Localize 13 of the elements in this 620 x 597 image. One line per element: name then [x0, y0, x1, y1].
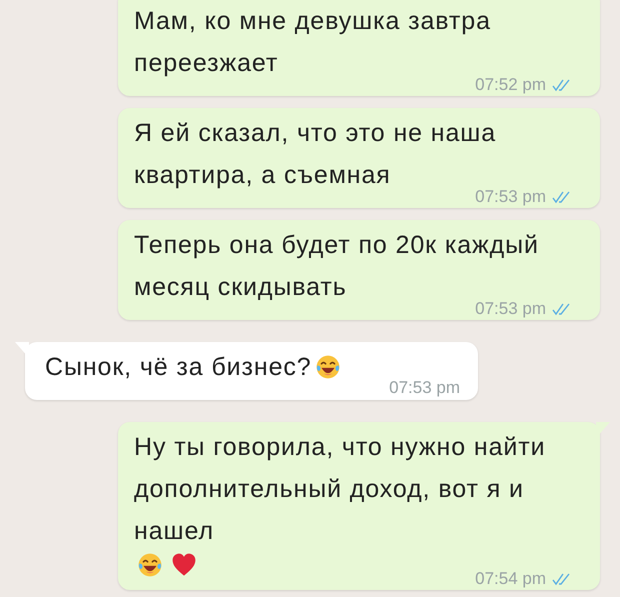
laughing-emoji-icon	[137, 552, 163, 578]
message-text: Мам, ко мне девушка завтра переезжает	[134, 6, 492, 78]
message-time: 07:54 pm	[475, 570, 546, 587]
heart-icon	[171, 552, 197, 578]
message-time: 07:53 pm	[389, 379, 460, 396]
message-time: 07:53 pm	[475, 188, 546, 205]
message-text: Я ей сказал, что это не наша квартира, а съемная	[134, 118, 498, 190]
message-text: Ну ты говорила, что нужно найти дополнительный доход, вот я и нашел	[134, 432, 546, 547]
laughing-emoji-icon	[314, 354, 341, 380]
message-text: Сынок, чё за бизнес?	[45, 352, 312, 383]
message-time: 07:53 pm	[475, 300, 546, 317]
message-text: Теперь она будет по 20к каждый месяц скидывать	[134, 230, 540, 302]
message-time: 07:52 pm	[475, 76, 546, 93]
